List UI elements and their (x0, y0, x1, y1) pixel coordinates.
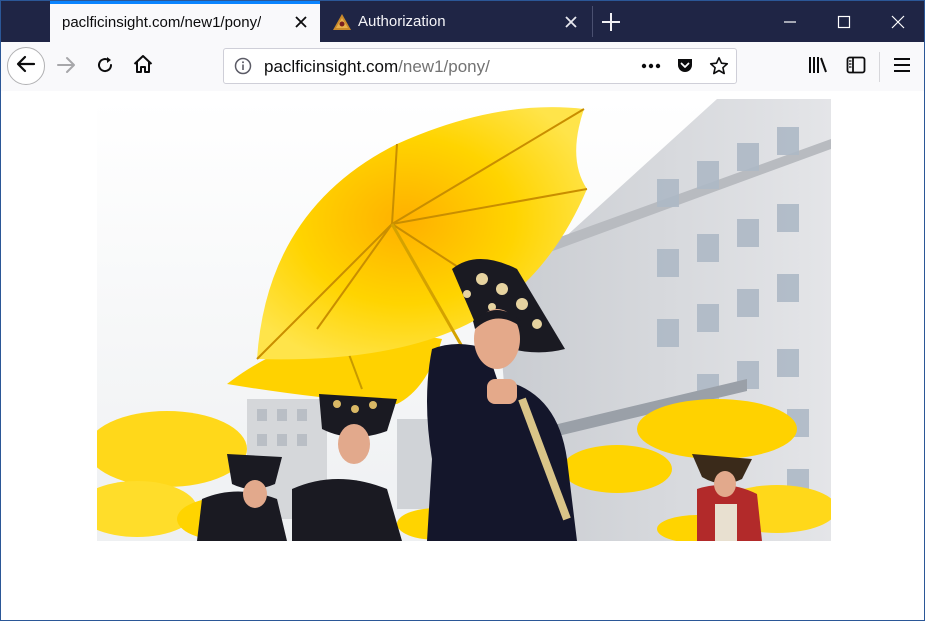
forward-button[interactable] (53, 55, 79, 79)
tab-strip: paclficinsight.com/new1/pony/ Authorizat… (1, 1, 924, 42)
back-button[interactable] (7, 47, 45, 85)
sidebar-button[interactable] (844, 55, 868, 79)
tab-active[interactable]: paclficinsight.com/new1/pony/ (50, 1, 320, 42)
more-horizontal-icon[interactable] (640, 57, 662, 75)
arrow-left-icon (15, 53, 37, 80)
url-text[interactable]: paclficinsight.com/new1/pony/ (264, 57, 490, 77)
home-icon (132, 53, 154, 80)
tab-label: paclficinsight.com/new1/pony/ (62, 14, 262, 31)
tab-label: Authorization (358, 13, 446, 30)
close-tab-icon[interactable] (292, 13, 310, 31)
home-button[interactable] (131, 54, 155, 78)
close-window-icon[interactable] (870, 1, 924, 42)
arrow-right-icon (55, 54, 77, 81)
minimize-icon[interactable] (762, 1, 817, 42)
address-bar[interactable]: paclficinsight.com/new1/pony/ (223, 48, 737, 84)
tab-authorization[interactable]: Authorization (320, 1, 592, 42)
maximize-icon[interactable] (816, 1, 871, 42)
sidebar-icon (846, 56, 866, 79)
library-button[interactable] (806, 55, 830, 79)
star-icon[interactable] (708, 55, 730, 77)
url-path: /new1/pony/ (398, 57, 490, 76)
hamburger-menu-icon (893, 57, 911, 78)
url-host: paclficinsight.com (264, 57, 399, 76)
info-icon[interactable] (234, 57, 252, 75)
close-tab-icon[interactable] (562, 13, 580, 31)
reload-button[interactable] (93, 55, 117, 79)
umbrella-parade-photo (97, 99, 831, 541)
toolbar-separator (879, 52, 880, 82)
new-tab-icon[interactable] (599, 10, 623, 34)
shield-warning-icon (332, 13, 351, 31)
pocket-icon[interactable] (675, 56, 695, 76)
reload-icon (95, 55, 115, 80)
navigation-toolbar: paclficinsight.com/new1/pony/ (1, 42, 924, 92)
menu-button[interactable] (890, 55, 914, 79)
browser-window: paclficinsight.com/new1/pony/ Authorizat… (0, 0, 925, 621)
page-content (1, 91, 924, 620)
tab-separator (592, 6, 593, 37)
library-icon (807, 55, 829, 80)
